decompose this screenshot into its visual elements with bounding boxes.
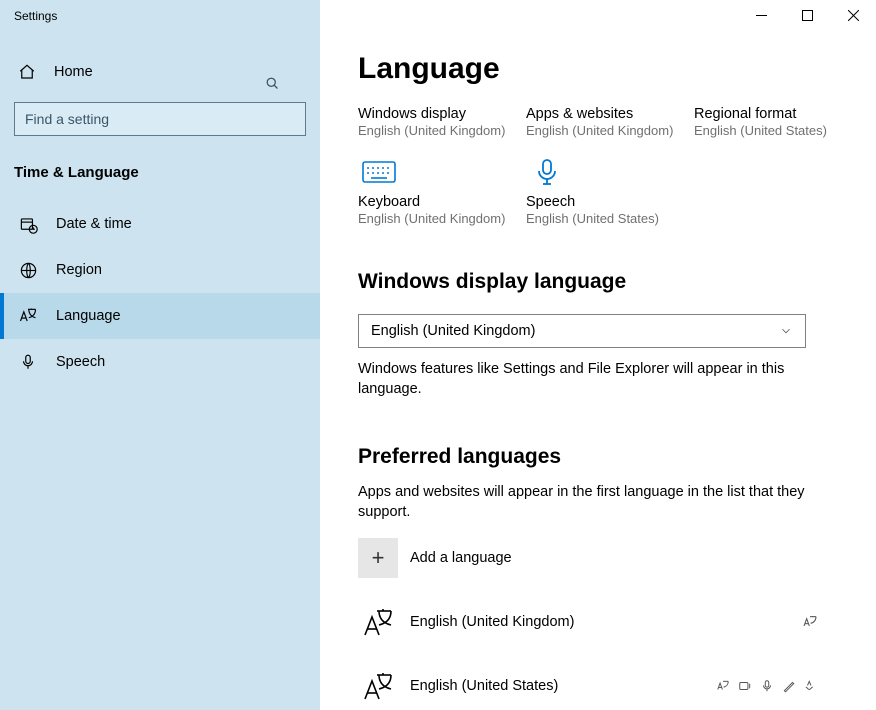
tile-sub: English (United States) (526, 211, 684, 226)
overview-tiles: Windows display English (United Kingdom)… (358, 102, 876, 236)
tile-windows-display[interactable]: Windows display English (United Kingdom) (358, 102, 526, 148)
search-wrap (14, 102, 306, 136)
sidebar-item-label: Speech (56, 354, 105, 370)
spellcheck-icon (804, 679, 818, 693)
tile-sub: English (United Kingdom) (358, 211, 516, 226)
heading-windows-display-language: Windows display language (358, 270, 876, 294)
display-language-pack-icon (802, 614, 818, 630)
language-item[interactable]: English (United Kingdom) (358, 602, 818, 642)
speech-recognition-icon (760, 679, 774, 693)
language-item-label: English (United Kingdom) (410, 614, 574, 630)
sidebar-item-speech[interactable]: Speech (0, 339, 320, 385)
preferred-languages-help: Apps and websites will appear in the fir… (358, 483, 808, 522)
calendar-clock-icon (18, 214, 38, 234)
search-input[interactable] (14, 102, 306, 136)
language-capabilities (716, 679, 818, 693)
keyboard-icon (358, 158, 400, 186)
tile-keyboard[interactable]: Keyboard English (United Kingdom) (358, 148, 526, 236)
language-glyph-icon (358, 602, 398, 642)
tile-title: Keyboard (358, 194, 516, 210)
sidebar-item-date-time[interactable]: Date & time (0, 201, 320, 247)
heading-preferred-languages: Preferred languages (358, 445, 876, 469)
sidebar: Settings Home Time & Language (0, 0, 320, 710)
microphone-icon (526, 158, 568, 186)
sidebar-item-label: Region (56, 262, 102, 278)
dropdown-value: English (United Kingdom) (371, 323, 535, 339)
add-language-button[interactable]: + Add a language (358, 538, 876, 578)
window-controls (738, 0, 876, 30)
tile-sub: English (United Kingdom) (526, 123, 684, 138)
tile-title: Windows display (358, 106, 516, 122)
language-capabilities (802, 614, 818, 630)
sidebar-item-region[interactable]: Region (0, 247, 320, 293)
sidebar-item-label: Date & time (56, 216, 132, 232)
tile-title: Speech (526, 194, 684, 210)
tile-sub: English (United Kingdom) (358, 123, 516, 138)
sidebar-item-label: Language (56, 308, 121, 324)
search-icon (265, 76, 280, 91)
sidebar-section-title: Time & Language (14, 164, 320, 181)
language-icon (18, 306, 38, 326)
language-item[interactable]: English (United States) (358, 666, 818, 706)
display-language-pack-icon (716, 679, 730, 693)
language-item-label: English (United States) (410, 678, 558, 694)
tile-regional-format[interactable]: Regional format English (United States) (694, 102, 862, 148)
text-to-speech-icon (738, 679, 752, 693)
tile-apps-websites[interactable]: Apps & websites English (United Kingdom) (526, 102, 694, 148)
microphone-icon (18, 352, 38, 372)
tile-speech[interactable]: Speech English (United States) (526, 148, 694, 236)
language-glyph-icon (358, 666, 398, 706)
tile-title: Apps & websites (526, 106, 684, 122)
handwriting-icon (782, 679, 796, 693)
maximize-button[interactable] (784, 0, 830, 30)
minimize-button[interactable] (738, 0, 784, 30)
nav-home-label: Home (54, 64, 93, 80)
plus-icon: + (358, 538, 398, 578)
tile-title: Regional format (694, 106, 852, 122)
content: Language Windows display English (United… (320, 0, 876, 706)
display-language-dropdown[interactable]: English (United Kingdom) (358, 314, 806, 348)
nav-list: Date & time Region Language (0, 201, 320, 385)
chevron-down-icon (779, 324, 793, 338)
page-title: Language (358, 52, 876, 86)
sidebar-item-language[interactable]: Language (0, 293, 320, 339)
home-icon (18, 63, 36, 81)
main: Language Windows display English (United… (320, 0, 876, 710)
globe-icon (18, 260, 38, 280)
close-button[interactable] (830, 0, 876, 30)
display-language-help: Windows features like Settings and File … (358, 360, 788, 399)
tile-sub: English (United States) (694, 123, 852, 138)
add-language-label: Add a language (410, 550, 512, 566)
window-title: Settings (0, 0, 320, 32)
